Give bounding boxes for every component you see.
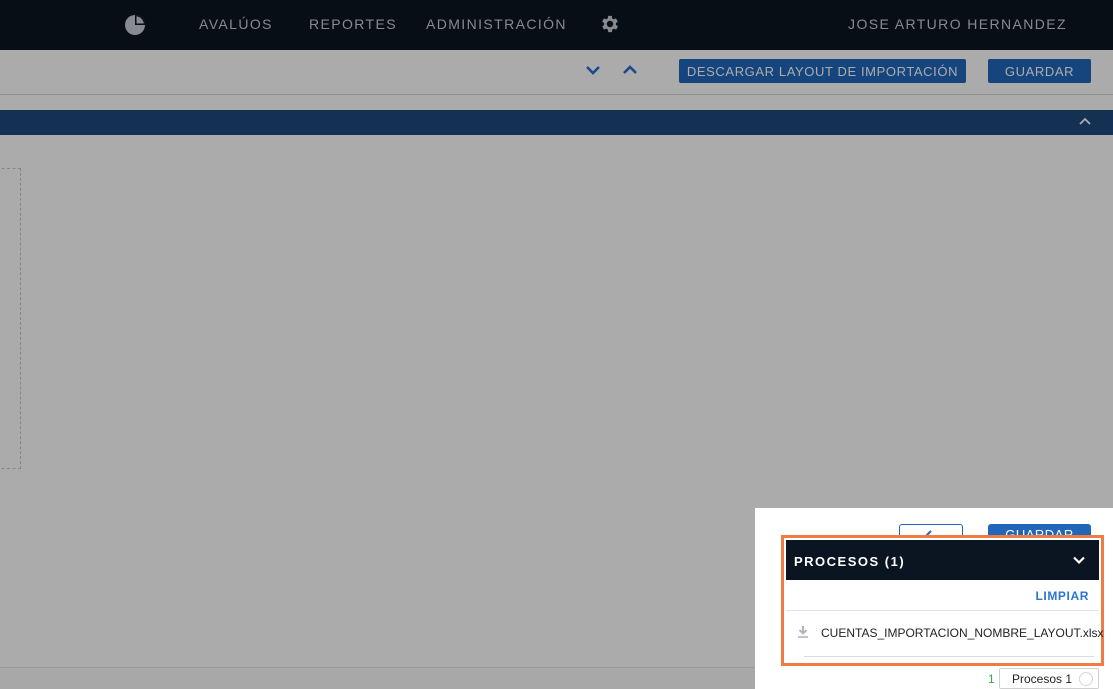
processes-tray-label: Procesos 1	[1012, 672, 1073, 686]
processes-tray: 1 Procesos 1	[980, 668, 1113, 689]
progress-ring-icon	[1079, 672, 1093, 686]
divider	[804, 656, 1094, 657]
processes-title: PROCESOS (1)	[794, 554, 906, 569]
process-file-name: CUENTAS_IMPORTACION_NOMBRE_LAYOUT.xlsx	[821, 626, 1104, 640]
processes-panel: PROCESOS (1) LIMPIAR CUENTAS_IMPORTACION…	[781, 535, 1104, 666]
download-icon[interactable]	[796, 625, 810, 639]
processes-header[interactable]: PROCESOS (1)	[786, 540, 1099, 580]
process-file-row[interactable]: CUENTAS_IMPORTACION_NOMBRE_LAYOUT.xlsx	[786, 618, 1104, 646]
clear-processes-link[interactable]: LIMPIAR	[1035, 589, 1089, 603]
chevron-down-icon[interactable]	[1071, 552, 1087, 568]
divider	[786, 610, 1099, 611]
process-count: 1	[988, 672, 995, 686]
processes-tray-button[interactable]: Procesos 1	[999, 668, 1099, 689]
